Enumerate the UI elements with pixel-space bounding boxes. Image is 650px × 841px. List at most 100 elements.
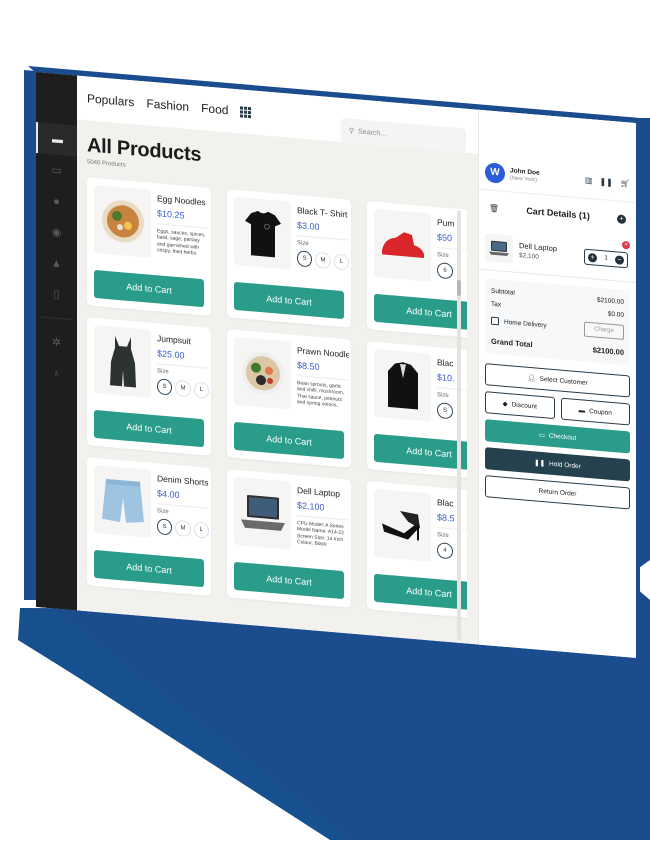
size-option[interactable]: S: [437, 402, 453, 419]
card-icon: ▭: [538, 431, 545, 440]
divider: [297, 235, 349, 240]
main-area: Populars Fashion Food ⚲ Search... All Pr…: [77, 75, 636, 658]
add-to-cart-button[interactable]: Add to Cart: [234, 562, 344, 599]
product-price: $3.00: [297, 220, 320, 233]
increment-icon[interactable]: +: [588, 252, 597, 262]
trash-icon[interactable]: 🗑︎: [489, 203, 499, 213]
size-option[interactable]: M: [175, 380, 190, 397]
checkout-label: Checkout: [548, 432, 577, 442]
add-circle-icon[interactable]: +: [617, 214, 626, 224]
divider: [297, 375, 349, 380]
size-label: Size: [157, 508, 169, 516]
barcode-icon[interactable]: ▥: [585, 176, 593, 186]
add-to-cart-button[interactable]: Add to Cart: [374, 574, 467, 611]
quantity-value: 1: [604, 255, 608, 262]
size-option[interactable]: M: [175, 520, 190, 537]
size-label: Size: [437, 392, 449, 400]
size-option[interactable]: L: [194, 381, 209, 398]
add-to-cart-button[interactable]: Add to Cart: [94, 410, 204, 447]
product-price: $25.00: [157, 348, 185, 361]
product-card[interactable]: Dell Laptop $2,100 CPU Model: A Series M…: [227, 469, 351, 608]
home-delivery-checkbox[interactable]: [491, 317, 499, 326]
product-name: Blac: [437, 357, 454, 369]
add-to-cart-button[interactable]: Add to Cart: [374, 434, 467, 471]
product-price: $2,100: [297, 500, 325, 513]
size-option[interactable]: S: [297, 250, 312, 267]
product-card[interactable]: Pum $50 Size 6 Add to Cart: [367, 201, 467, 340]
tag-icon: ◆: [502, 400, 508, 409]
product-card[interactable]: Prawn Noodles $8.50 Bean sprouts, garlic…: [227, 329, 351, 468]
product-card[interactable]: Denim Shorts $4.00 Size S M L Add to Cart: [87, 457, 211, 596]
size-selector: SML: [297, 250, 349, 270]
product-grid: Egg Noodles $10.25 Eggs, sauces, spices,…: [87, 177, 467, 621]
award-icon: ♁: [52, 366, 61, 380]
product-description: Bean sprouts, garlic and chilli, mushroo…: [297, 380, 345, 409]
size-option[interactable]: L: [194, 521, 209, 538]
size-selector: 4: [437, 542, 467, 562]
receipt-icon: ▭: [51, 164, 62, 178]
sidebar-item-awards[interactable]: ♁: [36, 356, 77, 390]
product-name: Black T- Shirt: [297, 205, 348, 220]
product-card[interactable]: Egg Noodles $10.25 Eggs, sauces, spices,…: [87, 177, 211, 316]
cart-actions: 👤︎ Select Customer ◆ Discount ▬ Coupon ▭ Che…: [479, 353, 636, 510]
sidebar-item-documents[interactable]: ▯: [36, 277, 77, 311]
grand-total-label: Grand Total: [491, 336, 533, 350]
grid-menu-icon[interactable]: [240, 106, 251, 118]
products-scrollbar[interactable]: [457, 210, 461, 640]
size-label: Size: [437, 252, 449, 260]
sidebar-item-pos[interactable]: ▬: [36, 122, 77, 156]
promo-stage: ▬ ▭ ● ◉ ▲ ▯ ✲ ♁ Populars Fashion Food ⚲ …: [0, 0, 650, 841]
product-card[interactable]: Jumpsuit $25.00 Size S M L Add to Cart: [87, 317, 211, 456]
product-price: $8.5: [437, 512, 455, 524]
product-name: Prawn Noodles: [297, 345, 349, 361]
product-card[interactable]: Blac $8.5 Size 4 Add to Cart: [367, 481, 467, 620]
size-option[interactable]: L: [334, 253, 349, 270]
size-label: Size: [297, 240, 309, 248]
add-to-cart-button[interactable]: Add to Cart: [94, 270, 204, 307]
avatar[interactable]: W: [485, 162, 505, 184]
cart-icon[interactable]: 🛒︎: [620, 179, 630, 189]
return-order-button[interactable]: Return Order: [485, 475, 630, 509]
size-label: Size: [437, 532, 449, 540]
product-card[interactable]: Black T- Shirt $3.00 Size S M L Add to Cart: [227, 189, 351, 328]
sidebar-item-customers[interactable]: ◉: [36, 215, 77, 249]
sidebar-divider: [41, 316, 73, 320]
product-name: Dell Laptop: [297, 485, 341, 499]
add-to-cart-button[interactable]: Add to Cart: [94, 550, 204, 587]
sidebar-item-profile[interactable]: ▲: [36, 246, 77, 280]
user-icon: 👤︎: [527, 374, 536, 383]
product-price: $10.: [437, 372, 455, 384]
divider: [297, 515, 349, 520]
scrollbar-thumb[interactable]: [457, 280, 461, 296]
charge-input[interactable]: Charge: [584, 321, 624, 339]
remove-item-icon[interactable]: ×: [622, 241, 630, 250]
pause-icon[interactable]: ❚❚: [599, 177, 612, 187]
tab-food[interactable]: Food: [201, 101, 228, 117]
size-selector: 6: [437, 262, 467, 282]
add-to-cart-button[interactable]: Add to Cart: [234, 282, 344, 319]
product-price: $4.00: [157, 488, 180, 501]
grand-total-value: $2100.00: [592, 345, 624, 357]
discount-label: Discount: [511, 400, 537, 411]
divider: [157, 223, 209, 228]
add-to-cart-button[interactable]: Add to Cart: [374, 294, 467, 331]
discount-button[interactable]: ◆ Discount: [485, 391, 555, 419]
size-option[interactable]: S: [157, 518, 172, 535]
size-option[interactable]: 6: [437, 262, 453, 279]
sidebar-item-settings[interactable]: ✲: [36, 325, 77, 359]
sidebar-item-ideas[interactable]: ●: [36, 184, 77, 218]
product-card[interactable]: Blac $10. Size S Add to Cart: [367, 341, 467, 480]
decrement-icon[interactable]: −: [615, 255, 624, 265]
tab-fashion[interactable]: Fashion: [146, 96, 189, 114]
tab-populars[interactable]: Populars: [87, 91, 134, 109]
sidebar-item-receipts[interactable]: ▭: [36, 153, 77, 187]
product-price: $50: [437, 232, 453, 244]
settings-icon: ✲: [51, 336, 62, 350]
size-option[interactable]: S: [157, 378, 172, 395]
size-selector: SML: [157, 378, 209, 398]
coupon-button[interactable]: ▬ Coupon: [561, 398, 631, 426]
users-icon: ◉: [51, 226, 62, 240]
add-to-cart-button[interactable]: Add to Cart: [234, 422, 344, 459]
size-option[interactable]: M: [315, 252, 330, 269]
size-option[interactable]: 4: [437, 542, 453, 559]
